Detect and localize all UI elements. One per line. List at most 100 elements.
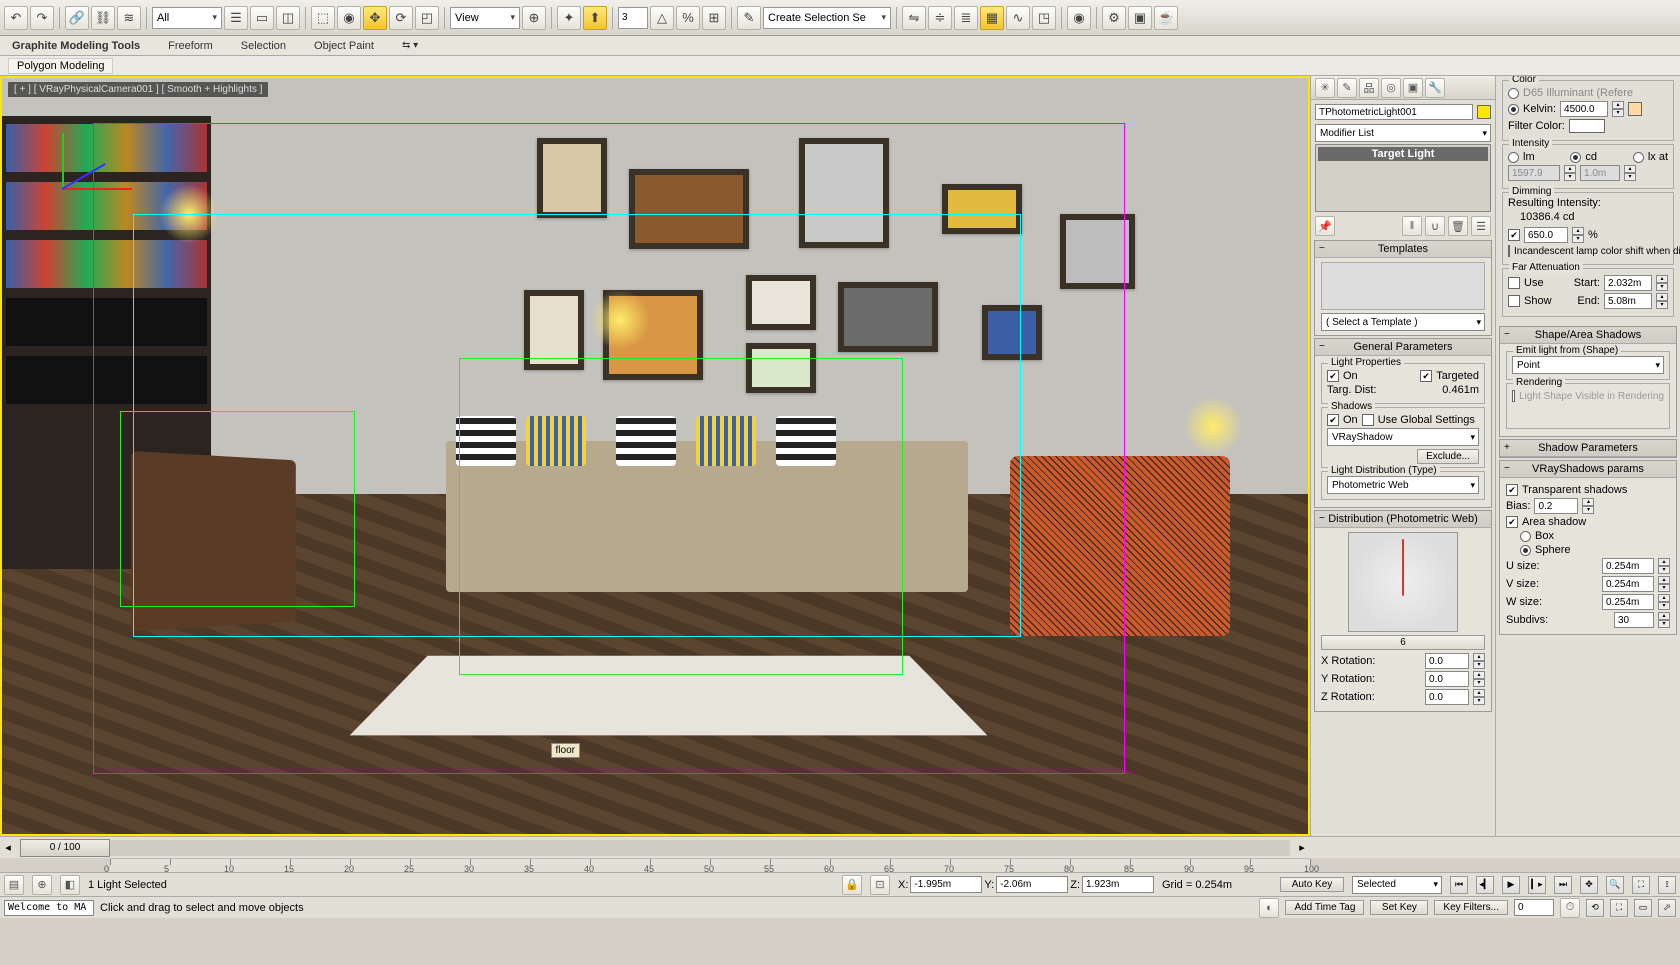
nav-orbit-icon[interactable]: ⟲ [1586, 899, 1604, 917]
material-editor-icon[interactable]: ◉ [1067, 6, 1091, 30]
transparent-shadows-checkbox[interactable]: ✔ [1506, 484, 1518, 496]
key-mode-dropdown[interactable]: Selected [1352, 876, 1442, 894]
sphere-radio[interactable] [1520, 545, 1531, 556]
redo-icon[interactable]: ↷ [30, 6, 54, 30]
selection-filter-dropdown[interactable]: All [152, 7, 222, 29]
ribbon-tab-selection[interactable]: Selection [241, 40, 286, 52]
select-scale-icon[interactable]: ◰ [415, 6, 439, 30]
vsize-spinner[interactable]: ▴▾ [1658, 576, 1670, 592]
time-slider-knob[interactable]: 0 / 100 [20, 839, 110, 857]
add-time-tag-button[interactable]: Add Time Tag [1285, 900, 1364, 915]
schematic-icon[interactable]: ◳ [1032, 6, 1056, 30]
unlink-icon[interactable]: ⛓ [91, 6, 115, 30]
current-frame-field[interactable]: 0 [1514, 899, 1554, 916]
intensity-value-field[interactable]: 1597.9 [1508, 165, 1560, 181]
atten-use-checkbox[interactable] [1508, 277, 1520, 289]
nav-zoom-icon[interactable]: 🔍 [1606, 876, 1624, 894]
setkey-button[interactable]: Set Key [1370, 900, 1428, 915]
atten-show-checkbox[interactable] [1508, 295, 1520, 307]
timeslider-left-icon[interactable]: ◂ [0, 841, 16, 854]
nav-pan-icon[interactable]: ✥ [1580, 876, 1598, 894]
tab-hierarchy-icon[interactable]: 品 [1359, 78, 1379, 98]
targeted-checkbox[interactable]: ✔ [1420, 370, 1432, 382]
ribbon-collapse-icon[interactable]: ⇆ ▾ [402, 40, 418, 51]
toggle-ribbon-icon[interactable]: ▦ [980, 6, 1004, 30]
nav-fov-icon[interactable]: ⟟ [1658, 876, 1676, 894]
ribbon-tab-freeform[interactable]: Freeform [168, 40, 213, 52]
object-color-swatch[interactable] [1477, 105, 1491, 119]
modifier-list-dropdown[interactable]: Modifier List [1315, 124, 1491, 142]
select-rotate-icon[interactable]: ⟳ [389, 6, 413, 30]
maxscript-prompt[interactable]: Welcome to MA [4, 900, 94, 916]
next-frame-icon[interactable]: ▎▸ [1528, 876, 1546, 894]
stack-item-target-light[interactable]: Target Light [1318, 147, 1488, 161]
lm-radio[interactable] [1508, 152, 1519, 163]
lxat-radio[interactable] [1633, 152, 1644, 163]
shadows-on-checkbox[interactable]: ✔ [1327, 414, 1339, 426]
snap-toggle-icon[interactable]: ⬆ [583, 6, 607, 30]
box-radio[interactable] [1520, 531, 1531, 542]
render-icon[interactable]: ☕ [1154, 6, 1178, 30]
play-icon[interactable]: ▶ [1502, 876, 1520, 894]
nav-maximize-icon[interactable]: ⛶ [1610, 899, 1628, 917]
autokey-button[interactable]: Auto Key [1280, 877, 1344, 892]
time-ruler[interactable] [110, 858, 1310, 872]
dimming-field[interactable]: 650.0 [1524, 227, 1568, 243]
atten-end-field[interactable]: 5.08m [1604, 293, 1652, 309]
select-icon[interactable]: ⬚ [311, 6, 335, 30]
z-coord-field[interactable]: 1.923m [1082, 876, 1154, 893]
ribbon-tab-graphite[interactable]: Graphite Modeling Tools [12, 40, 140, 52]
d65-radio[interactable] [1508, 88, 1519, 99]
spinner-snap-icon[interactable]: ⊞ [702, 6, 726, 30]
percent-snap-icon[interactable]: % [676, 6, 700, 30]
object-name-field[interactable]: TPhotometricLight001 [1315, 104, 1473, 120]
zrot-spinner[interactable]: ▴▾ [1473, 689, 1485, 705]
time-slider[interactable]: 0 / 100 [20, 840, 1290, 856]
timeslider-right-icon[interactable]: ▸ [1294, 841, 1310, 854]
abs-rel-icon[interactable]: ⊡ [870, 875, 890, 895]
remove-mod-icon[interactable]: 🗑 [1448, 216, 1468, 236]
time-config-icon[interactable]: ⏱ [1560, 898, 1580, 918]
window-crossing-icon[interactable]: ◫ [276, 6, 300, 30]
light-dist-dropdown[interactable]: Photometric Web [1327, 476, 1479, 494]
trackbar-filter-icon[interactable]: ◧ [60, 875, 80, 895]
spinner-snap[interactable]: 3 [618, 7, 648, 29]
named-selection-dropdown[interactable]: Create Selection Se [763, 7, 891, 29]
vsize-field[interactable]: 0.254m [1602, 576, 1654, 592]
atten-start-spinner[interactable]: ▴▾ [1656, 275, 1668, 291]
light-visible-checkbox[interactable] [1512, 390, 1515, 402]
wsize-spinner[interactable]: ▴▾ [1658, 594, 1670, 610]
link-icon[interactable]: 🔗 [65, 6, 89, 30]
emit-shape-dropdown[interactable]: Point [1512, 356, 1664, 374]
bias-field[interactable]: 0.2 [1534, 498, 1578, 514]
tab-create-icon[interactable]: ✳ [1315, 78, 1335, 98]
show-end-icon[interactable]: ‖ [1402, 216, 1422, 236]
template-dropdown[interactable]: ( Select a Template ) [1321, 313, 1485, 331]
prev-frame-icon[interactable]: ◂▎ [1476, 876, 1494, 894]
ribbon-tab-objectpaint[interactable]: Object Paint [314, 40, 374, 52]
dimming-spinner[interactable]: ▴▾ [1572, 227, 1584, 243]
nav-zoom-region-icon[interactable]: ▭ [1634, 899, 1652, 917]
area-shadow-checkbox[interactable]: ✔ [1506, 516, 1518, 528]
tab-display-icon[interactable]: ▣ [1403, 78, 1423, 98]
photometric-web-preview[interactable] [1348, 532, 1458, 632]
select-by-name-icon[interactable]: ☰ [224, 6, 248, 30]
atten-start-field[interactable]: 2.032m [1604, 275, 1652, 291]
cd-radio[interactable] [1570, 152, 1581, 163]
atten-end-spinner[interactable]: ▴▾ [1656, 293, 1668, 309]
filter-color-swatch[interactable] [1569, 119, 1605, 133]
modifier-stack[interactable]: Target Light [1315, 144, 1491, 212]
bind-icon[interactable]: ≋ [117, 6, 141, 30]
wsize-field[interactable]: 0.254m [1602, 594, 1654, 610]
shadow-type-dropdown[interactable]: VRayShadow [1327, 428, 1479, 446]
comm-center-icon[interactable]: ◐ [1259, 898, 1279, 918]
maxscript-icon[interactable]: ▤ [4, 875, 24, 895]
nav-zoom-ext-icon[interactable]: ⛶ [1632, 876, 1650, 894]
bias-spinner[interactable]: ▴▾ [1582, 498, 1594, 514]
yrot-field[interactable]: 0.0 [1425, 671, 1469, 687]
edit-named-sel-icon[interactable]: ✎ [737, 6, 761, 30]
xrot-field[interactable]: 0.0 [1425, 653, 1469, 669]
curve-editor-icon[interactable]: ∿ [1006, 6, 1030, 30]
yrot-spinner[interactable]: ▴▾ [1473, 671, 1485, 687]
xrot-spinner[interactable]: ▴▾ [1473, 653, 1485, 669]
